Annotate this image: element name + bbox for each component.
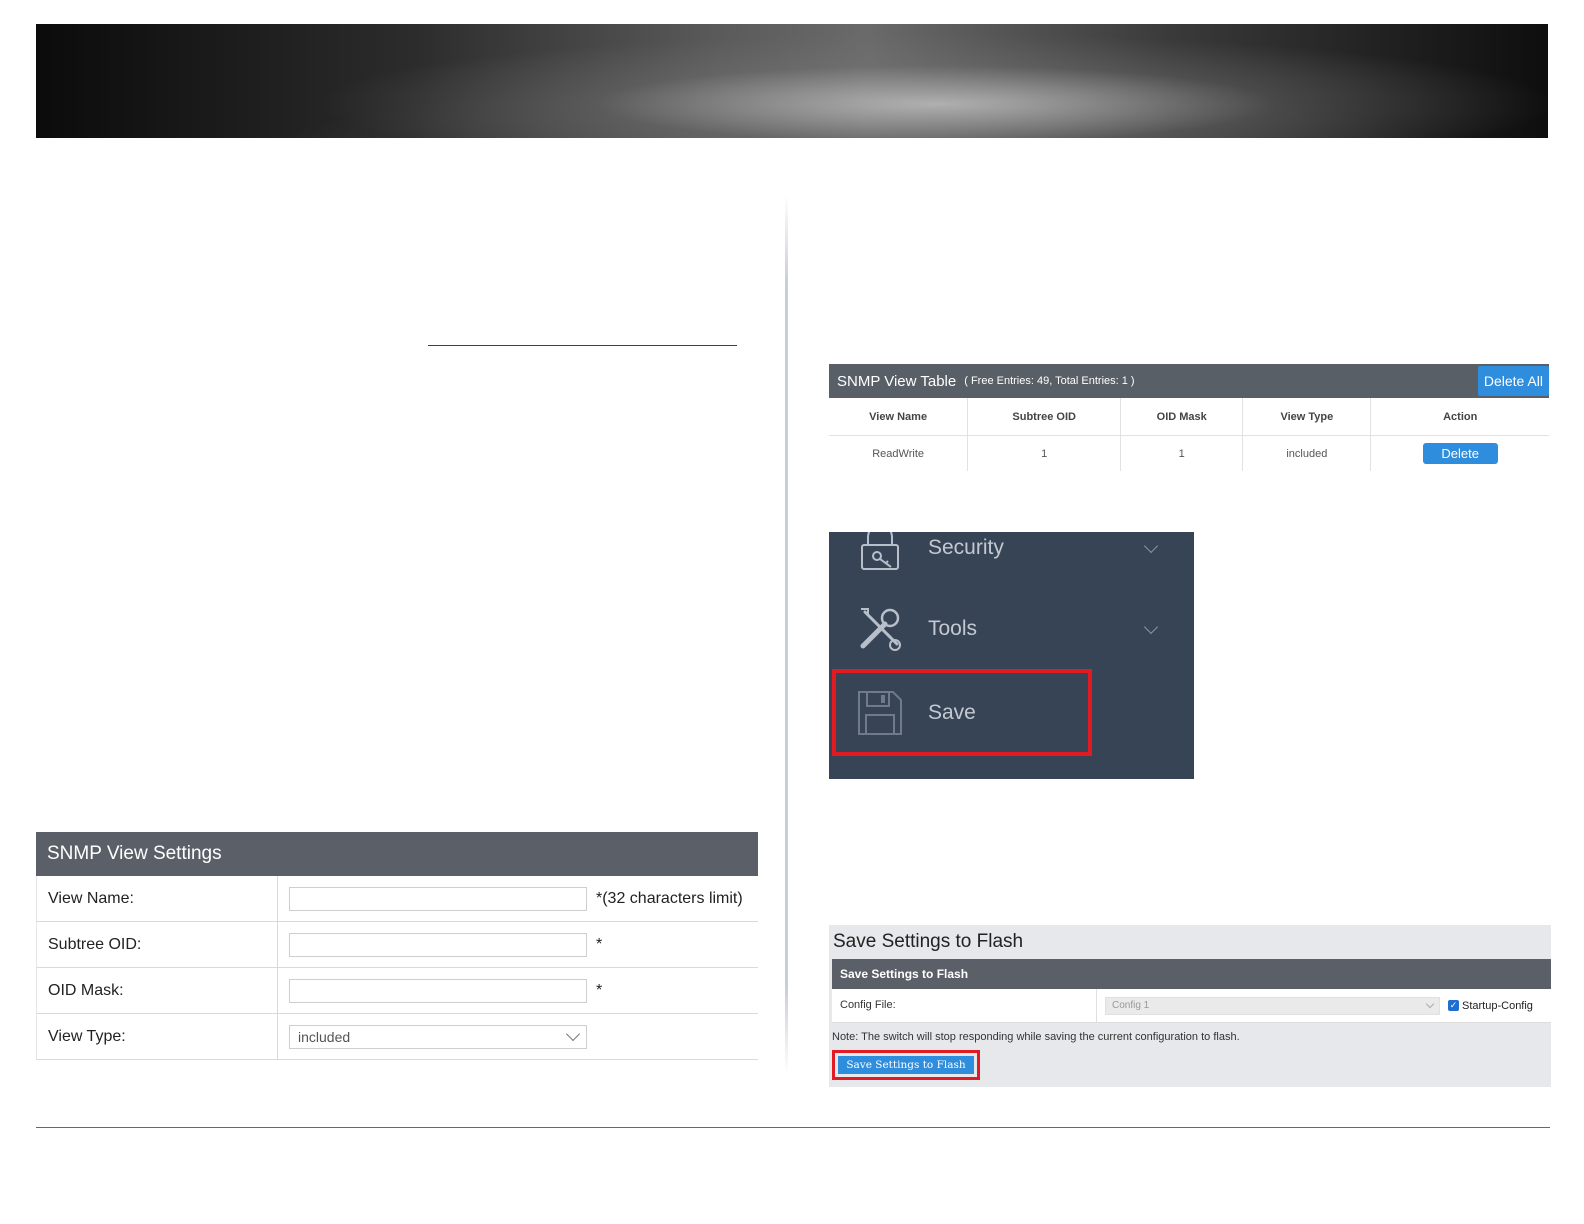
- chevron-down-icon: [1143, 538, 1159, 554]
- view-type-select[interactable]: included: [289, 1024, 587, 1049]
- field-label: View Name:: [37, 876, 278, 921]
- chevron-down-icon: [1143, 619, 1159, 635]
- column-header: OID Mask: [1120, 398, 1244, 436]
- footer-rule: [36, 1127, 1550, 1128]
- entries-count: ( Free Entries: 49, Total Entries: 1 ): [964, 375, 1135, 387]
- header-banner: [36, 24, 1548, 138]
- form-row-view-name: View Name: *(32 characters limit): [36, 876, 758, 922]
- snmp-view-settings-panel: SNMP View Settings View Name: *(32 chara…: [36, 832, 758, 1060]
- table-header-bar: SNMP View Table ( Free Entries: 49, Tota…: [829, 364, 1549, 398]
- column-divider: [785, 195, 788, 1075]
- form-row-subtree-oid: Subtree OID: *: [36, 922, 758, 968]
- cell-subtree-oid: 1: [967, 435, 1122, 471]
- page-title: Save Settings to Flash: [833, 931, 1024, 952]
- field-label: OID Mask:: [37, 968, 278, 1013]
- subtree-oid-input[interactable]: [289, 932, 587, 957]
- highlight-box: Save Settings to Flash: [832, 1050, 980, 1080]
- delete-button[interactable]: Delete: [1422, 443, 1498, 464]
- form-row-view-type: View Type: included: [36, 1014, 758, 1060]
- tools-icon: [860, 608, 901, 651]
- save-settings-panel: Save Settings to Flash Save Settings to …: [829, 925, 1551, 1087]
- column-header: View Name: [829, 398, 969, 436]
- hyperlink-underline: [428, 345, 737, 346]
- view-table: View Name Subtree OID OID Mask View Type…: [829, 398, 1549, 471]
- save-settings-button[interactable]: Save Settings to Flash: [838, 1056, 974, 1074]
- view-name-input[interactable]: [289, 886, 587, 911]
- cell-view-name: ReadWrite: [829, 435, 969, 471]
- panel-title: SNMP View Settings: [36, 832, 758, 876]
- section-header: Save Settings to Flash: [832, 959, 1551, 989]
- select-value: included: [298, 1028, 351, 1045]
- config-file-select[interactable]: Config 1: [1105, 996, 1440, 1015]
- required-marker: *: [596, 981, 603, 999]
- config-file-row: Config File: Config 1 ✓ Startup-Config: [832, 989, 1551, 1023]
- table-row: ReadWrite 1 1 included Delete: [829, 435, 1549, 472]
- form-row-oid-mask: OID Mask: *: [36, 968, 758, 1014]
- startup-config-checkbox[interactable]: ✓ Startup-Config: [1448, 1000, 1533, 1012]
- oid-mask-input[interactable]: [289, 978, 587, 1003]
- cell-action: Delete: [1371, 436, 1549, 472]
- column-header: Subtree OID: [967, 398, 1122, 436]
- table-header-row: View Name Subtree OID OID Mask View Type…: [829, 398, 1549, 436]
- column-header: Action: [1370, 398, 1549, 436]
- column-header: View Type: [1242, 398, 1372, 436]
- select-value: Config 1: [1112, 1000, 1150, 1011]
- checkbox-label: Startup-Config: [1462, 999, 1533, 1012]
- cell-view-type: included: [1242, 435, 1372, 471]
- field-note: *(32 characters limit): [596, 889, 743, 907]
- checkbox-checked-icon: ✓: [1448, 1000, 1459, 1011]
- snmp-view-table-panel: SNMP View Table ( Free Entries: 49, Tota…: [829, 364, 1549, 471]
- field-label: View Type:: [37, 1014, 278, 1059]
- cell-oid-mask: 1: [1120, 435, 1244, 471]
- lock-icon: [861, 532, 899, 570]
- note-text: Note: The switch will stop responding wh…: [832, 1031, 1240, 1043]
- sidebar-menu: Security Tools Save: [829, 532, 1194, 779]
- chevron-down-icon: [1425, 999, 1435, 1009]
- highlight-box: [832, 669, 1092, 756]
- sidebar-item-label: Security: [928, 536, 1004, 559]
- panel-title: SNMP View Table: [837, 372, 957, 390]
- sidebar-item-security[interactable]: Security: [829, 532, 1194, 578]
- chevron-down-icon: [565, 1026, 581, 1042]
- sidebar-item-label: Tools: [928, 617, 978, 640]
- field-label: Config File:: [832, 989, 1097, 1022]
- field-label: Subtree OID:: [37, 922, 278, 967]
- required-marker: *: [596, 935, 603, 953]
- sidebar-item-tools[interactable]: Tools: [829, 599, 1194, 659]
- delete-all-button[interactable]: Delete All: [1477, 366, 1549, 396]
